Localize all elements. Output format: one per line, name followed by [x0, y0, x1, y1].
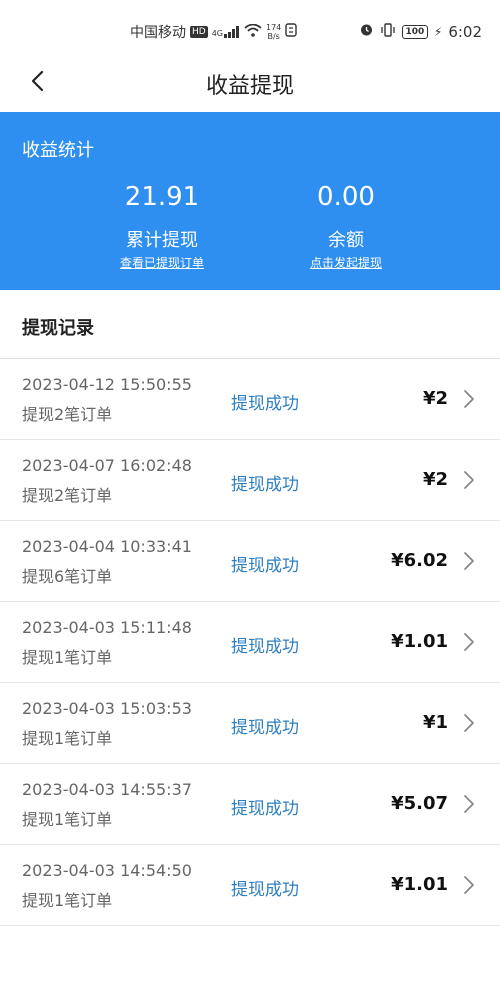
- chevron-right-icon: [464, 471, 474, 489]
- net-speed-value: 174: [266, 23, 282, 32]
- hd-badge: HD: [190, 26, 208, 38]
- earnings-stats-panel: 收益统计 21.91 累计提现 查看已提现订单 0.00 余额 点击发起提现: [0, 112, 500, 290]
- chevron-right-icon: [464, 876, 474, 894]
- stats-title: 收益统计: [22, 140, 94, 161]
- record-row[interactable]: 2023-04-04 10:33:41 提现6笔订单 提现成功 ¥6.02: [0, 521, 500, 602]
- chevron-right-icon: [464, 795, 474, 813]
- balance-stat: 0.00 余额 点击发起提现: [266, 182, 426, 271]
- records-list: 2023-04-12 15:50:55 提现2笔订单 提现成功 ¥2 2023-…: [0, 359, 500, 926]
- start-withdrawal-link[interactable]: 点击发起提现: [266, 254, 426, 271]
- chevron-right-icon: [464, 552, 474, 570]
- record-amount: ¥2: [422, 469, 448, 490]
- net-speed: 174 B/s: [266, 23, 281, 41]
- total-withdrawn-label: 累计提现: [126, 230, 198, 251]
- record-date: 2023-04-07 16:02:48: [22, 456, 192, 475]
- record-amount: ¥6.02: [391, 550, 448, 571]
- record-description: 提现2笔订单: [22, 405, 113, 424]
- vibrate-icon: [380, 22, 396, 41]
- record-amount: ¥1.01: [391, 631, 448, 652]
- balance-label: 余额: [328, 230, 364, 251]
- record-row[interactable]: 2023-04-12 15:50:55 提现2笔订单 提现成功 ¥2: [0, 359, 500, 440]
- signal-type-label: 4G: [211, 29, 223, 38]
- sync-icon: [285, 23, 297, 41]
- record-row[interactable]: 2023-04-03 15:03:53 提现1笔订单 提现成功 ¥1: [0, 683, 500, 764]
- record-row[interactable]: 2023-04-07 16:02:48 提现2笔订单 提现成功 ¥2: [0, 440, 500, 521]
- nav-bar: 收益提现: [0, 60, 500, 112]
- record-status: 提现成功: [231, 799, 299, 819]
- record-status: 提现成功: [231, 394, 299, 414]
- record-date: 2023-04-04 10:33:41: [22, 537, 192, 556]
- record-row[interactable]: 2023-04-03 14:55:37 提现1笔订单 提现成功 ¥5.07: [0, 764, 500, 845]
- record-date: 2023-04-03 14:54:50: [22, 861, 192, 880]
- record-row[interactable]: 2023-04-03 14:54:50 提现1笔订单 提现成功 ¥1.01: [0, 845, 500, 926]
- battery-icon: 100: [401, 24, 428, 39]
- record-amount: ¥5.07: [391, 793, 448, 814]
- record-status: 提现成功: [231, 475, 299, 495]
- balance-value: 0.00: [317, 182, 375, 212]
- record-status: 提现成功: [231, 718, 299, 738]
- chevron-right-icon: [464, 633, 474, 651]
- record-description: 提现2笔订单: [22, 486, 113, 505]
- status-right: 100 ⚡ 6:02: [359, 22, 482, 41]
- net-speed-unit: B/s: [267, 32, 280, 41]
- signal-icon: 4G: [212, 26, 240, 38]
- record-description: 提现1笔订单: [22, 729, 113, 748]
- record-row[interactable]: 2023-04-03 15:11:48 提现1笔订单 提现成功 ¥1.01: [0, 602, 500, 683]
- record-status: 提现成功: [231, 637, 299, 657]
- record-description: 提现1笔订单: [22, 891, 113, 910]
- record-date: 2023-04-03 15:11:48: [22, 618, 192, 637]
- record-status: 提现成功: [231, 880, 299, 900]
- record-description: 提现1笔订单: [22, 648, 113, 667]
- charging-icon: ⚡: [433, 24, 443, 39]
- record-date: 2023-04-12 15:50:55: [22, 375, 192, 394]
- records-title: 提现记录: [22, 318, 94, 339]
- clock: 6:02: [448, 22, 482, 41]
- chevron-right-icon: [464, 390, 474, 408]
- record-date: 2023-04-03 15:03:53: [22, 699, 192, 718]
- records-header: 提现记录: [0, 290, 500, 359]
- total-withdrawn-value: 21.91: [124, 182, 200, 212]
- record-date: 2023-04-03 14:55:37: [22, 780, 192, 799]
- page-title: 收益提现: [205, 74, 294, 99]
- record-description: 提现1笔订单: [22, 810, 113, 829]
- record-status: 提现成功: [231, 556, 299, 576]
- record-amount: ¥1: [422, 712, 448, 733]
- status-left: 中国移动 HD 4G 174 B/s: [130, 22, 297, 42]
- record-amount: ¥2: [422, 388, 448, 409]
- record-description: 提现6笔订单: [22, 567, 113, 586]
- view-withdrawn-orders-link[interactable]: 查看已提现订单: [82, 254, 242, 271]
- record-amount: ¥1.01: [391, 874, 448, 895]
- wifi-icon: [244, 23, 262, 41]
- total-withdrawn-stat: 21.91 累计提现 查看已提现订单: [82, 182, 242, 271]
- chevron-right-icon: [464, 714, 474, 732]
- alarm-icon: [359, 22, 374, 41]
- status-bar: 中国移动 HD 4G 174 B/s 100 ⚡ 6:02: [0, 0, 500, 60]
- carrier-label: 中国移动: [130, 25, 186, 41]
